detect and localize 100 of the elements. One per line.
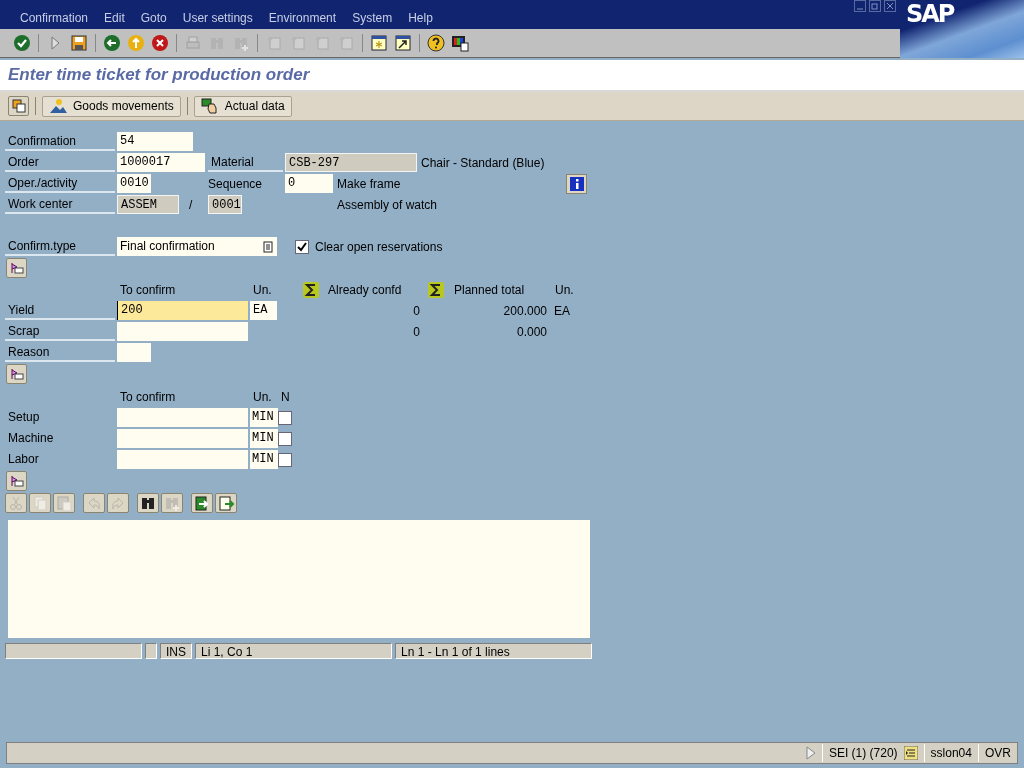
unit-field[interactable]: MIN — [250, 429, 278, 448]
input-field[interactable] — [117, 429, 248, 448]
checkbox[interactable] — [278, 431, 292, 446]
input-field[interactable] — [117, 408, 248, 427]
field-label: Confirmation — [5, 132, 115, 151]
minimize-icon[interactable] — [854, 0, 866, 12]
save-icon[interactable] — [70, 34, 88, 53]
column-header: To confirm — [120, 389, 177, 404]
table-cell-text: 0 — [412, 324, 420, 339]
field-label: Oper./activity — [5, 174, 115, 193]
menu-item[interactable]: User settings — [174, 11, 261, 25]
unit-field[interactable]: EA — [250, 301, 277, 320]
export-icon — [217, 494, 235, 512]
input-field[interactable]: 54 — [117, 132, 193, 151]
unit-field[interactable]: MIN — [250, 408, 278, 427]
cursor-position: Li 1, Co 1 — [195, 643, 392, 659]
input-field[interactable] — [117, 343, 151, 362]
menu-item[interactable]: Confirmation — [12, 11, 97, 25]
system-info: SEI (1) (720) — [828, 745, 898, 762]
help-icon[interactable] — [427, 34, 445, 53]
table-cell-text: 200.000 — [502, 303, 547, 318]
list-icon[interactable] — [903, 746, 918, 760]
copy-icon — [31, 494, 49, 512]
editor-toolbar-button[interactable] — [191, 493, 213, 513]
checkbox[interactable] — [278, 452, 292, 467]
dropdown-field[interactable]: Final confirmation — [117, 237, 277, 256]
field-label: Machine — [7, 430, 55, 447]
windows-icon — [11, 99, 26, 113]
input-field[interactable]: 0001 — [208, 195, 242, 214]
checkbox[interactable] — [278, 410, 292, 425]
sigma-icon — [428, 281, 444, 298]
field-label: Sequence — [208, 176, 264, 191]
input-field[interactable]: CSB-297 — [285, 153, 417, 172]
collapse-button[interactable] — [6, 258, 27, 278]
toolbar-button[interactable]: Actual data — [193, 95, 292, 117]
field-label: Confirm.type — [5, 237, 115, 256]
column-header: To confirm — [120, 282, 177, 297]
new-window-icon[interactable] — [370, 34, 388, 53]
menu-item[interactable]: Environment — [260, 11, 345, 25]
editor-toolbar-button[interactable] — [137, 493, 159, 513]
field-label: Work center — [5, 195, 115, 214]
menu-item[interactable]: Goto — [132, 11, 175, 25]
status-segment — [145, 643, 157, 659]
field-label: Scrap — [5, 322, 115, 341]
monitor-icon[interactable] — [451, 34, 469, 53]
input-field[interactable]: 200 — [117, 301, 248, 320]
collapse-button[interactable] — [6, 364, 27, 384]
table-cell-text: 0.000 — [515, 324, 547, 339]
work-center-description: Assembly of watch — [337, 197, 438, 212]
list-icon — [263, 240, 273, 253]
collapse-button[interactable] — [6, 471, 27, 491]
restore-icon[interactable] — [869, 0, 881, 12]
separator-text: / — [189, 197, 194, 212]
operation-description: Make frame — [337, 176, 402, 191]
column-header: N — [281, 389, 290, 404]
overwrite-mode: OVR — [978, 744, 1017, 762]
collapse-icon — [9, 474, 24, 488]
table-cell: EA — [554, 303, 570, 318]
import-icon — [193, 494, 211, 512]
scissors-icon — [7, 494, 25, 512]
field-label: Yield — [5, 301, 115, 320]
unit-field[interactable]: MIN — [250, 450, 278, 469]
cancel-icon[interactable] — [151, 34, 169, 53]
column-header: Already confd — [328, 282, 403, 297]
field-label: Setup — [7, 409, 41, 426]
checkmark-icon[interactable] — [13, 34, 31, 53]
input-field[interactable]: ASSEM — [117, 195, 179, 214]
material-description: Chair - Standard (Blue) — [421, 155, 545, 170]
checkbox[interactable] — [295, 239, 309, 254]
paste-icon — [55, 494, 73, 512]
collapse-icon — [9, 367, 24, 381]
info-icon — [569, 176, 584, 191]
menu-item[interactable]: Edit — [96, 11, 133, 25]
toolbar-button[interactable]: Goods movements — [42, 95, 181, 117]
input-field[interactable] — [117, 450, 248, 469]
sigma-icon — [303, 281, 319, 298]
input-field[interactable] — [117, 322, 248, 341]
input-field[interactable]: 0 — [285, 174, 333, 193]
column-header: Un. — [555, 282, 574, 297]
triangle-icon[interactable] — [805, 746, 816, 760]
field-label: Labor — [7, 451, 40, 468]
field-label: Order — [5, 153, 115, 172]
screen-title: Enter time ticket for production order — [8, 65, 310, 85]
field-label: Material — [208, 153, 283, 172]
menu-item[interactable]: System — [344, 11, 401, 25]
insert-mode: INS — [160, 643, 192, 659]
input-field[interactable]: 0010 — [117, 174, 151, 193]
checkbox-label: Clear open reservations — [315, 239, 443, 254]
column-header: Un. — [253, 282, 273, 297]
column-header: Un. — [253, 389, 273, 404]
close-icon[interactable] — [884, 0, 896, 12]
server-name: sslon04 — [923, 744, 978, 762]
change-view-button[interactable] — [8, 96, 29, 116]
info-button[interactable] — [566, 173, 587, 194]
input-field[interactable]: 1000017 — [117, 153, 205, 172]
logo: SAP — [900, 0, 1024, 58]
column-header: Planned total — [454, 282, 526, 297]
shortcut-icon[interactable] — [394, 34, 412, 53]
line-count: Ln 1 - Ln 1 of 1 lines — [395, 643, 592, 659]
menu-item[interactable]: Help — [400, 11, 441, 25]
